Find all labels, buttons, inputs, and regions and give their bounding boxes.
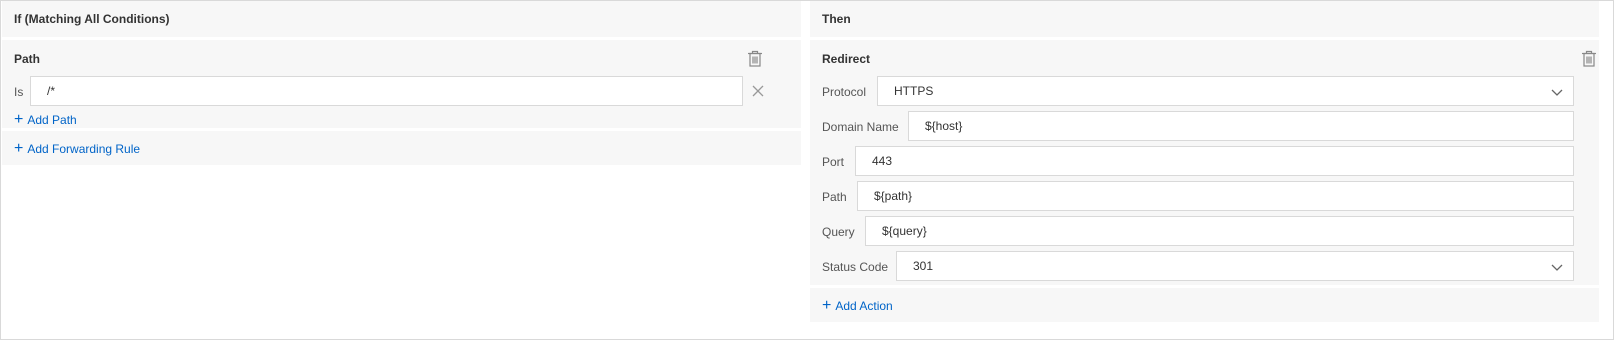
then-panel: Then Redirect Protocol HTTPS Domain Name… [810, 1, 1599, 322]
then-panel-header: Then [810, 1, 1599, 37]
port-input[interactable]: 443 [855, 146, 1574, 176]
port-label: Port [822, 155, 845, 169]
action-title: Redirect [822, 52, 871, 66]
add-action-row: + Add Action [810, 288, 1599, 322]
plus-icon: + [14, 111, 24, 128]
redirect-action-block: Redirect Protocol HTTPS Domain Name ${ho… [810, 40, 1599, 285]
if-panel: If (Matching All Conditions) Path Is /* … [2, 1, 801, 165]
add-forwarding-rule-label: Add Forwarding Rule [27, 142, 141, 156]
operator-label: Is [14, 85, 24, 99]
protocol-label: Protocol [822, 85, 867, 99]
condition-title: Path [14, 52, 41, 66]
add-action-label: Add Action [835, 299, 893, 313]
trash-icon[interactable] [1581, 50, 1597, 67]
protocol-value: HTTPS [894, 84, 934, 98]
close-icon[interactable] [751, 84, 765, 98]
add-action-link[interactable]: + Add Action [822, 297, 893, 314]
add-path-label: Add Path [27, 113, 77, 127]
path-condition-block: Path Is /* + Add Path [2, 40, 801, 128]
status-code-value: 301 [913, 259, 934, 273]
query-input[interactable]: ${query} [865, 216, 1574, 246]
query-label: Query [822, 225, 855, 239]
port-value: 443 [872, 154, 893, 168]
add-forwarding-rule-link[interactable]: + Add Forwarding Rule [14, 140, 141, 157]
add-rule-row: + Add Forwarding Rule [2, 131, 801, 165]
path-field-value: ${path} [874, 189, 913, 203]
protocol-select[interactable]: HTTPS [877, 76, 1574, 106]
domain-name-input[interactable]: ${host} [908, 111, 1574, 141]
domain-name-value: ${host} [925, 119, 963, 133]
path-input[interactable]: ${path} [857, 181, 1574, 211]
domain-name-label: Domain Name [822, 120, 899, 134]
path-value: /* [47, 84, 56, 98]
chevron-down-icon [1551, 261, 1563, 275]
status-code-label: Status Code [822, 260, 889, 274]
query-value: ${query} [882, 224, 927, 238]
status-code-select[interactable]: 301 [896, 251, 1574, 281]
plus-icon: + [14, 140, 24, 157]
path-value-input[interactable]: /* [30, 76, 743, 106]
forwarding-rule-editor: If (Matching All Conditions) Path Is /* … [0, 0, 1614, 340]
trash-icon[interactable] [747, 50, 763, 67]
if-panel-header: If (Matching All Conditions) [2, 1, 801, 37]
plus-icon: + [822, 297, 832, 314]
add-path-link[interactable]: + Add Path [14, 111, 77, 128]
path-label: Path [822, 190, 847, 204]
chevron-down-icon [1551, 86, 1563, 100]
